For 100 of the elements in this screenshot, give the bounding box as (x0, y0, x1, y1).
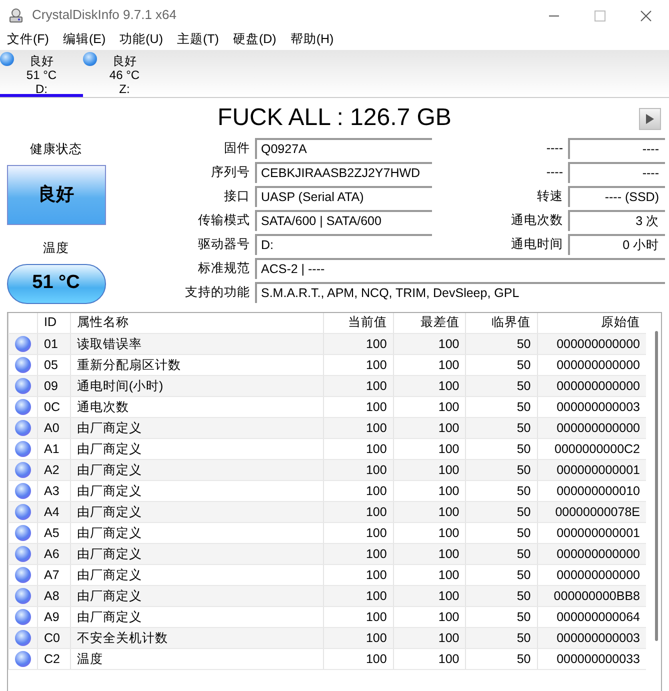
info-label: 通电时间 (510, 236, 563, 254)
table-cell: C0 (38, 628, 70, 648)
status-dot-icon (15, 504, 31, 520)
table-cell: 100 (324, 502, 394, 522)
table-cell: 000000000001 (537, 460, 646, 480)
drive-tab[interactable]: 良好 46 °C Z: (83, 50, 166, 97)
table-cell: 温度 (70, 648, 324, 670)
table-cell: 由厂商定义 (70, 544, 324, 564)
table-cell: 100 (324, 460, 394, 480)
status-dot-icon (15, 336, 31, 352)
table-cell: A2 (38, 460, 70, 480)
disk-title: FUCK ALL : 126.7 GB (218, 103, 452, 133)
health-label: 健康状态 (30, 141, 82, 158)
table-cell: 50 (466, 628, 538, 648)
table-cell: 000000000000 (537, 376, 646, 396)
info-value: Q0927A (255, 138, 432, 159)
health-status: 良好 (6, 164, 106, 225)
menu-item[interactable]: 帮助(H) (289, 30, 335, 50)
table-cell: 由厂商定义 (70, 502, 324, 522)
table-cell: 100 (324, 648, 394, 670)
table-cell: 100 (324, 628, 394, 648)
table-cell: 100 (393, 418, 466, 438)
status-dot-icon (15, 399, 31, 416)
table-cell: 50 (466, 648, 538, 670)
table-cell: 由厂商定义 (70, 460, 324, 480)
info-label: 转速 (536, 188, 563, 206)
menu-item[interactable]: 功能(U) (118, 30, 164, 50)
status-dot-icon (15, 588, 31, 604)
temperature-value: 51 °C (6, 264, 106, 304)
info-value: ---- (568, 162, 665, 184)
status-dot-icon (15, 609, 31, 626)
table-cell: 01 (38, 334, 70, 354)
table-cell: 100 (393, 460, 466, 480)
info-label: 支持的功能 (184, 284, 250, 302)
app-icon (8, 7, 24, 23)
info-label: 传输模式 (197, 212, 250, 230)
table-cell: A8 (38, 586, 70, 606)
status-dot-icon (15, 420, 31, 436)
info-label: 驱动器号 (197, 236, 250, 254)
status-dot-icon (15, 462, 31, 478)
info-value: ACS-2 | ---- (255, 258, 665, 280)
drive-tab[interactable]: 良好 51 °C D: (0, 50, 83, 97)
info-label: ---- (545, 164, 563, 182)
status-dot-icon (15, 630, 31, 646)
table-cell: 000000000000 (537, 544, 646, 564)
table-cell: 100 (324, 418, 394, 438)
next-disk-button[interactable] (639, 108, 661, 130)
status-dot-icon (15, 483, 31, 500)
info-label: 通电次数 (510, 212, 563, 230)
table-cell: 不安全关机计数 (70, 628, 324, 648)
table-cell: 由厂商定义 (70, 586, 324, 606)
close-icon (640, 10, 652, 22)
table-cell: 100 (324, 376, 394, 396)
menu-item[interactable]: 主题(T) (176, 30, 220, 50)
table-cell: C2 (38, 648, 70, 670)
table-cell: 100 (393, 544, 466, 564)
table-cell: 000000000003 (537, 628, 646, 648)
table-cell: A4 (38, 502, 70, 522)
table-cell: 000000000BB8 (537, 586, 646, 606)
table-cell: 100 (324, 544, 394, 564)
table-cell: 000000000033 (537, 648, 646, 670)
table-cell: 09 (38, 376, 70, 396)
temperature-label: 温度 (43, 240, 69, 257)
table-cell: 由厂商定义 (70, 418, 324, 438)
table-cell: 50 (466, 376, 538, 396)
play-icon (645, 113, 655, 125)
table-cell: 50 (466, 502, 538, 522)
table-cell: 00000000078E (537, 502, 646, 522)
info-value: D: (255, 234, 432, 256)
info-label: 接口 (223, 188, 250, 206)
status-dot-icon (15, 546, 31, 562)
status-dot-icon (15, 525, 31, 542)
table-cell: 100 (324, 586, 394, 606)
menu-item[interactable]: 硬盘(D) (232, 30, 278, 50)
table-cell: 100 (393, 502, 466, 522)
table-cell: 通电时间(小时) (70, 376, 324, 396)
table-cell: 读取错误率 (70, 334, 324, 354)
status-dot-icon (0, 52, 14, 66)
table-cell: 50 (466, 586, 538, 606)
status-dot-icon (15, 651, 31, 668)
status-dot-icon (15, 378, 31, 394)
menu-item[interactable]: 编辑(E) (62, 30, 107, 50)
table-cell: 50 (466, 544, 538, 564)
info-value: SATA/600 | SATA/600 (255, 210, 432, 232)
table-cell: 50 (466, 334, 538, 354)
table-cell: 100 (393, 628, 466, 648)
info-label: 固件 (223, 140, 250, 157)
table-cell: 100 (393, 376, 466, 396)
table-cell: A0 (38, 418, 70, 438)
info-label: 序列号 (210, 164, 250, 182)
maximize-icon (594, 10, 606, 22)
info-value: ---- (SSD) (568, 186, 665, 208)
menu-item[interactable]: 文件(F) (6, 30, 50, 50)
info-label: 标准规范 (197, 260, 250, 278)
status-dot-icon (15, 441, 31, 458)
table-cell: 100 (324, 334, 394, 354)
status-dot-icon (83, 52, 97, 66)
table-cell: A6 (38, 544, 70, 564)
info-value: 3 次 (568, 210, 665, 232)
table-cell: 100 (393, 586, 466, 606)
